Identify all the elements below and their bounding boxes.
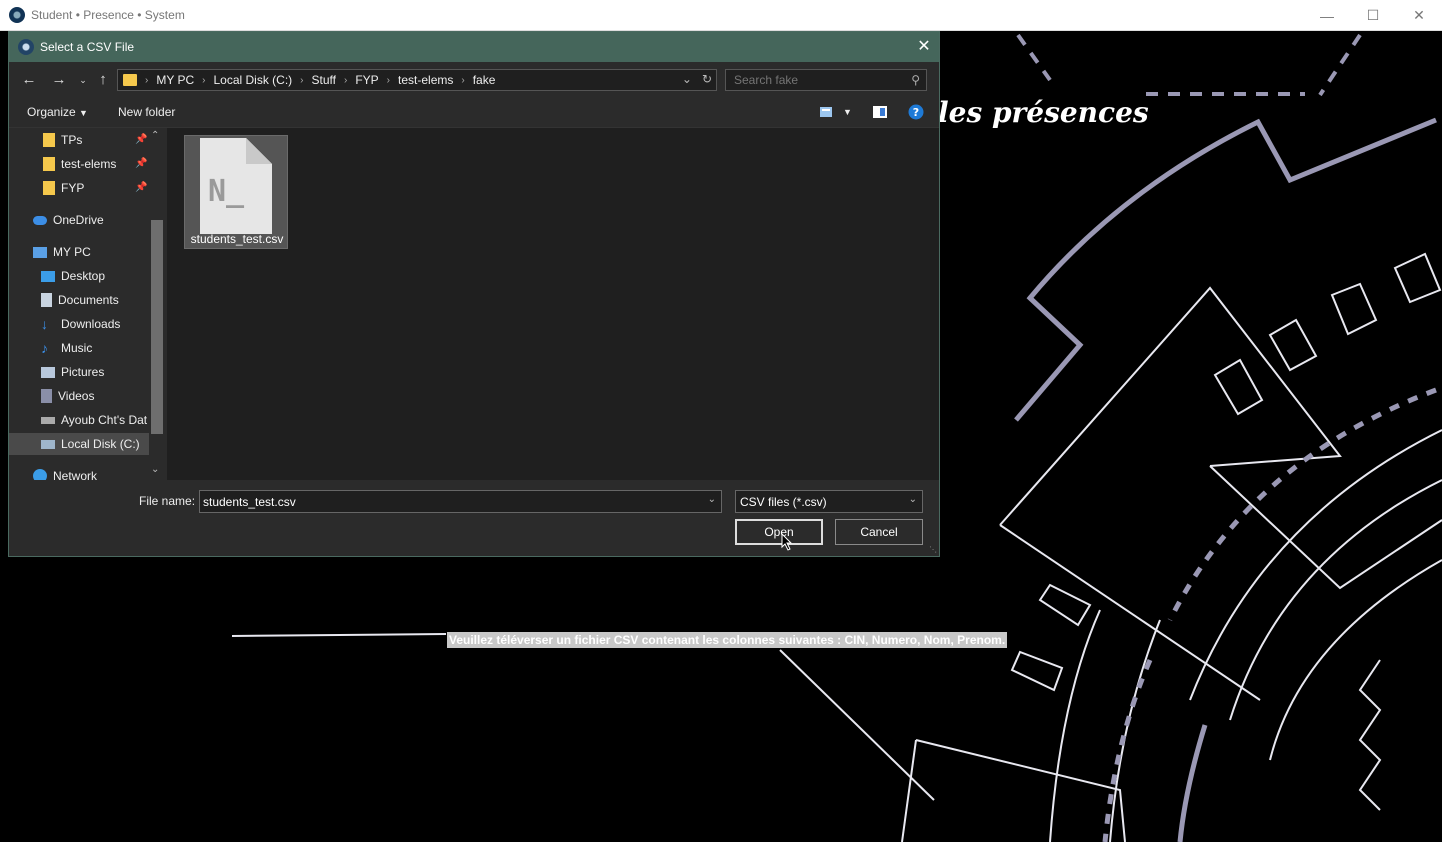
nav-item-desktop[interactable]: Desktop [41,265,105,287]
address-bar[interactable]: › MY PC › Local Disk (C:) › Stuff › FYP … [117,69,717,91]
new-folder-button[interactable]: New folder [118,105,175,119]
file-name-label: File name: [139,494,196,508]
file-type-select[interactable]: CSV files (*.csv) ⌄ [735,490,923,513]
breadcrumb-local-disk[interactable]: Local Disk (C:) [213,73,292,87]
pin-icon[interactable]: 📌 [135,158,147,169]
file-name-combobox[interactable]: ⌄ [199,490,722,513]
navigation-bar: ← → ⌄ ↑ › MY PC › Local Disk (C:) › Stuf… [9,62,939,96]
nav-item-fyp[interactable]: FYP [43,177,84,199]
dialog-title: Select a CSV File [40,40,135,54]
folder-icon [43,133,55,147]
organize-dropdown-icon: ▼ [79,108,88,118]
nav-item-network[interactable]: Network [33,465,97,480]
file-name-label: students_test.csv [190,232,284,246]
pictures-icon [41,366,55,378]
chevron-down-icon[interactable]: ⌄ [708,494,716,505]
nav-item-test-elems[interactable]: test-elems [43,153,116,175]
nav-item-videos[interactable]: Videos [41,385,94,407]
search-input[interactable] [726,70,896,90]
folder-icon [43,181,55,195]
computer-icon [33,246,47,258]
dialog-close-button[interactable]: ✕ [915,38,933,56]
dialog-toolbar: Organize ▼ New folder ▼ ? [9,96,939,128]
back-arrow-icon[interactable]: ← [19,70,39,90]
app-title: Student • Presence • System [31,8,185,22]
music-note-icon: ♪ [41,340,48,356]
breadcrumb-test-elems[interactable]: test-elems [398,73,453,87]
minimize-button[interactable]: — [1304,0,1350,31]
file-name-input[interactable] [200,491,690,513]
refresh-icon[interactable]: ↻ [702,72,712,86]
drive-icon [41,416,55,424]
download-arrow-icon: ↓ [41,316,48,332]
app-logo-icon [9,7,25,23]
breadcrumb-my-pc[interactable]: MY PC [156,73,194,87]
nav-item-documents[interactable]: Documents [41,289,119,311]
pin-icon[interactable]: 📌 [135,134,147,145]
cancel-button[interactable]: Cancel [835,519,923,545]
search-icon: ⚲ [911,73,920,87]
pin-icon[interactable]: 📌 [135,182,147,193]
breadcrumb-fake[interactable]: fake [473,73,496,87]
nav-item-downloads[interactable]: ↓ Downloads [41,313,120,335]
help-icon[interactable]: ? [908,104,924,120]
videos-icon [41,389,52,403]
preview-pane-icon[interactable] [872,104,888,120]
nav-item-music[interactable]: ♪ Music [41,337,92,359]
breadcrumb-fyp[interactable]: FYP [355,73,378,87]
documents-icon [41,293,52,307]
nav-item-pictures[interactable]: Pictures [41,361,104,383]
mouse-cursor-icon [781,533,793,551]
svg-text:?: ? [913,106,919,119]
chevron-down-icon: ⌄ [908,494,917,505]
nav-item-local-disk[interactable]: Local Disk (C:) [9,433,149,455]
scroll-up-icon[interactable]: ⌃ [151,130,159,141]
recent-locations-chevron-icon[interactable]: ⌄ [73,70,93,90]
maximize-button[interactable]: ☐ [1350,0,1396,31]
dialog-footer: File name: ⌄ CSV files (*.csv) ⌄ Open Ca… [9,480,939,556]
app-titlebar: Student • Presence • System — ☐ ✕ [0,0,1442,31]
resize-grip-icon[interactable]: ⋱ [929,545,937,554]
folder-icon [123,74,137,86]
nav-item-my-pc[interactable]: MY PC [33,241,91,263]
open-button[interactable]: Open [735,519,823,545]
nav-item-onedrive[interactable]: OneDrive [33,209,104,231]
close-window-button[interactable]: ✕ [1396,0,1442,31]
up-arrow-icon[interactable]: ↑ [93,70,113,90]
dialog-titlebar: Select a CSV File ✕ [9,32,939,62]
breadcrumb-stuff[interactable]: Stuff [312,73,336,87]
view-dropdown-icon[interactable]: ▼ [843,107,852,117]
navigation-pane: TPs 📌 test-elems 📌 FYP 📌 OneDrive MY PC … [9,128,167,480]
forward-arrow-icon[interactable]: → [49,70,69,90]
scrollbar-thumb[interactable] [151,220,163,434]
nav-scrollbar[interactable]: ⌃ ⌄ [149,128,165,480]
cloud-icon [33,215,47,225]
csv-instructions-note: Veuillez téléverser un fichier CSV conte… [447,632,1008,648]
nav-item-data-drive[interactable]: Ayoub Cht's Dat [41,409,147,431]
address-dropdown-chevron-icon[interactable]: ⌄ [682,72,692,86]
file-item-students-test-csv[interactable]: N_ students_test.csv [184,135,288,249]
desktop-icon [41,270,55,282]
organize-button[interactable]: Organize ▼ [27,105,88,119]
dialog-app-icon [18,39,34,55]
background-heading: les présences [938,96,1149,129]
scroll-down-icon[interactable]: ⌄ [151,464,159,475]
file-icon-glyph: N_ [208,174,245,209]
file-list-pane: N_ students_test.csv [167,128,939,480]
drive-icon [41,439,55,449]
view-options-icon[interactable] [819,104,835,120]
folder-icon [43,157,55,171]
nav-item-tps[interactable]: TPs [43,129,82,151]
file-open-dialog: Select a CSV File ✕ ← → ⌄ ↑ › MY PC › Lo… [8,31,940,557]
search-box[interactable]: ⚲ [725,69,927,91]
network-icon [33,469,47,480]
